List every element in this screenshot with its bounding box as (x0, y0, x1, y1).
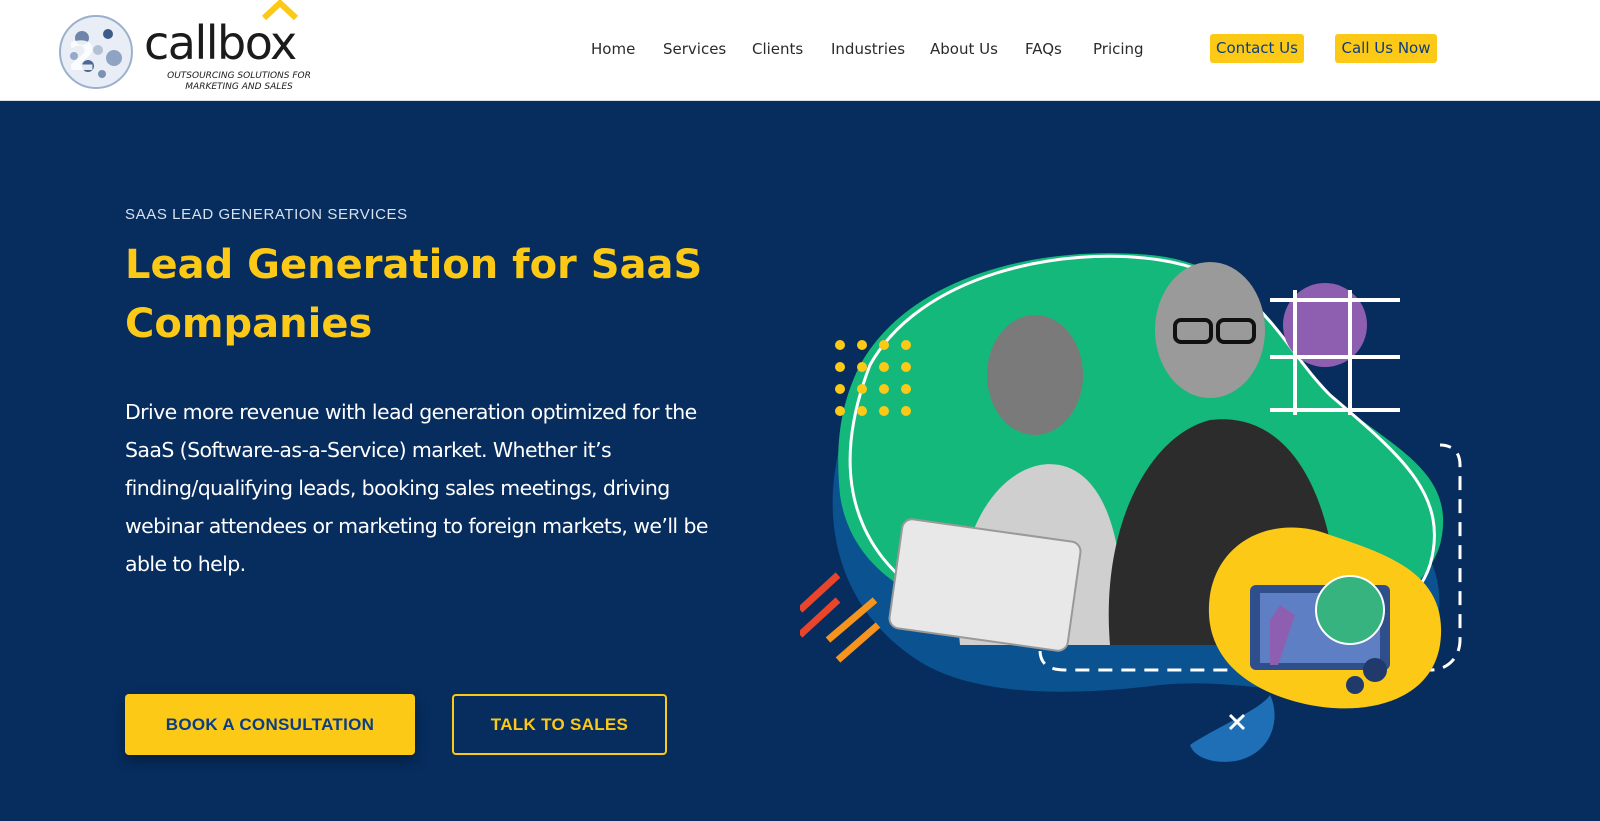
brand-tagline-line1: OUTSOURCING SOLUTIONS FOR (167, 71, 311, 81)
site-header: 2 callbox OUTSOURCING SOLUTIONS FOR MARK… (0, 0, 1600, 101)
hero-title: Lead Generation for SaaS Companies (125, 236, 745, 354)
globe-logo-icon: 2 (59, 15, 133, 89)
talk-to-sales-button[interactable]: TALK TO SALES (452, 694, 667, 755)
brand-tagline-line2: MARKETING AND SALES (185, 82, 293, 92)
nav-home[interactable]: Home (591, 38, 635, 60)
hero-illustration (800, 253, 1462, 762)
hero-title-line2: Companies (125, 301, 373, 347)
call-us-now-button[interactable]: Call Us Now (1335, 34, 1437, 63)
nav-pricing[interactable]: Pricing (1093, 38, 1144, 60)
nav-clients[interactable]: Clients (752, 38, 803, 60)
hero-title-line1: Lead Generation for SaaS (125, 242, 703, 288)
hero-description-line5: able to help. (125, 552, 246, 576)
callbox-logo[interactable]: 2 callbox OUTSOURCING SOLUTIONS FOR MARK… (56, 0, 336, 100)
hero-description-line2: SaaS (Software-as-a-Service) market. Whe… (125, 438, 612, 462)
hero-description-line4: webinar attendees or marketing to foreig… (125, 514, 708, 538)
nav-about-us[interactable]: About Us (930, 38, 998, 60)
nav-industries[interactable]: Industries (831, 38, 905, 60)
book-consultation-button[interactable]: BOOK A CONSULTATION (125, 694, 415, 755)
hero-description: Drive more revenue with lead generation … (125, 393, 735, 583)
brand-tagline: OUTSOURCING SOLUTIONS FOR MARKETING AND … (154, 71, 324, 93)
hero-description-line3: finding/qualifying leads, booking sales … (125, 476, 670, 500)
nav-faqs[interactable]: FAQs (1025, 38, 1062, 60)
chevron-up-icon (261, 0, 299, 21)
hero-description-line1: Drive more revenue with lead generation … (125, 400, 697, 424)
svg-text:2: 2 (68, 34, 96, 80)
hero-eyebrow: SAAS LEAD GENERATION SERVICES (125, 206, 408, 223)
brand-name: callbox (144, 16, 297, 70)
contact-us-button[interactable]: Contact Us (1210, 34, 1304, 63)
nav-services[interactable]: Services (663, 38, 726, 60)
